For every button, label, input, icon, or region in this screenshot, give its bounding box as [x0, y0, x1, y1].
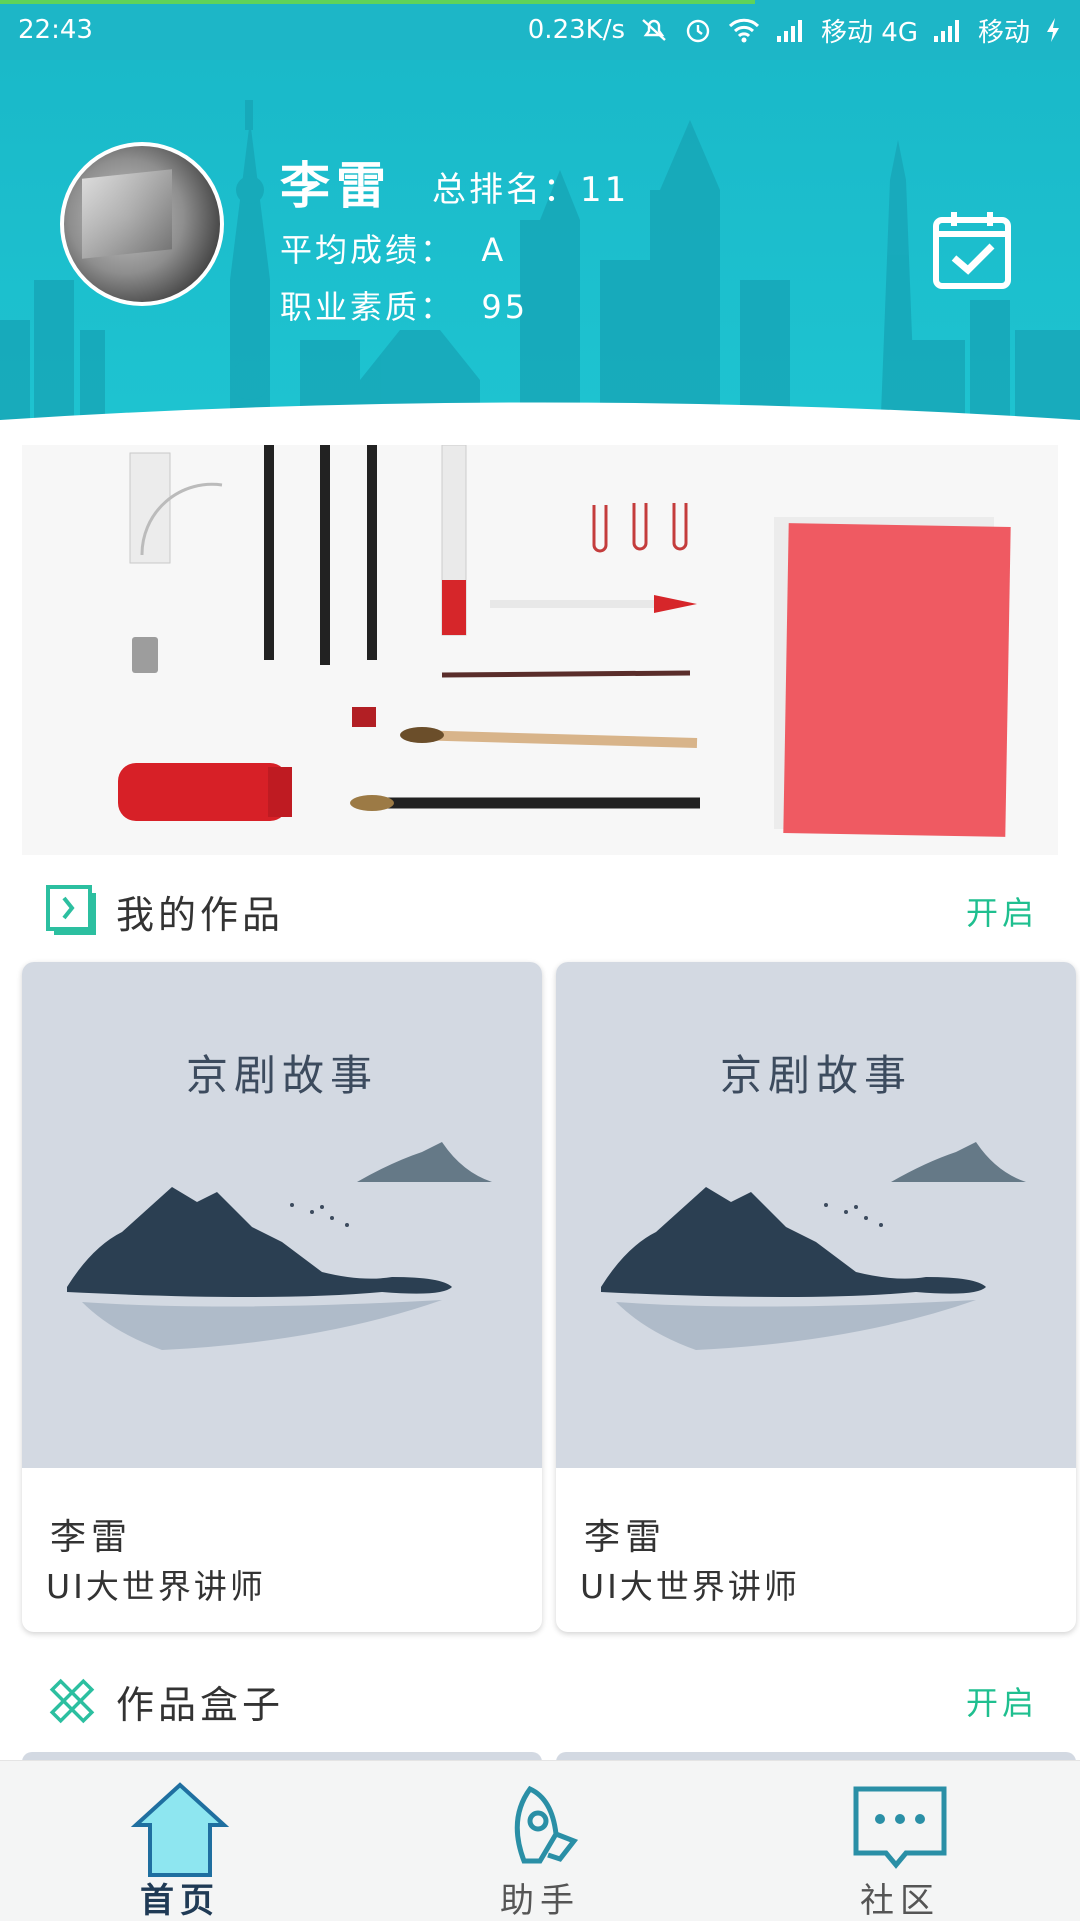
stationery-illustration: [22, 445, 1058, 855]
nav-item-home[interactable]: 首页: [80, 1761, 280, 1921]
nav-item-assistant[interactable]: 助手: [440, 1761, 640, 1921]
pencil-ruler-icon: [49, 1678, 95, 1724]
calendar-check-icon[interactable]: [930, 208, 1014, 292]
rank-value: 11: [580, 170, 630, 210]
charging-icon: [1047, 18, 1059, 42]
my-works-open-link[interactable]: 开启: [966, 888, 1058, 934]
works-folder-icon: [46, 885, 96, 935]
work-author-role: UI大世界讲师: [580, 1567, 800, 1606]
work-card[interactable]: 京剧故事 李雷 UI大世界讲师: [556, 962, 1076, 1632]
nav-item-community[interactable]: 社区: [800, 1761, 1000, 1921]
status-indicators: 0.23K/s 移动 4G 移动: [528, 12, 1062, 49]
quality-value: 95: [481, 288, 529, 326]
rank-label: 总排名：: [432, 170, 580, 210]
user-name: 李雷: [280, 157, 392, 215]
home-icon: [130, 1782, 230, 1877]
avg-label: 平均成绩：: [280, 231, 456, 269]
avg-value: A: [481, 231, 507, 269]
quality-info: 职业素质： 95: [280, 282, 528, 328]
work-cover-image: 京剧故事: [22, 962, 542, 1468]
chat-icon: [853, 1786, 947, 1869]
work-author: 李雷: [584, 1517, 667, 1558]
status-carrier-2: 移动: [977, 17, 1030, 48]
nav-label-community: 社区: [860, 1881, 940, 1921]
status-bar: 22:43 0.23K/s 移动 4G 移动: [0, 0, 1080, 60]
work-card[interactable]: 京剧故事 李雷 UI大世界讲师: [22, 962, 542, 1632]
work-box-title: 作品盒子: [116, 1682, 285, 1727]
profile-header: 李雷 总排名：11 平均成绩： A 职业素质： 95: [0, 60, 1080, 440]
work-box-header: 作品盒子 开启: [22, 1666, 1058, 1736]
stationery-banner-image[interactable]: [22, 445, 1058, 855]
ink-mountain-illustration: [601, 1142, 1026, 1350]
nav-label-home: 首页: [140, 1881, 220, 1921]
work-box-open-link[interactable]: 开启: [966, 1678, 1058, 1724]
status-net-speed: 0.23K/s: [527, 15, 626, 45]
status-time: 22:43: [18, 15, 93, 45]
average-score-info: 平均成绩： A: [280, 225, 506, 271]
work-author: 李雷: [50, 1517, 133, 1558]
wifi-icon: [728, 18, 760, 43]
rocket-icon: [514, 1785, 579, 1864]
status-carrier-1: 移动 4G: [821, 17, 918, 48]
bottom-navigation: 首页 助手 社区: [0, 1760, 1080, 1921]
mute-icon: [642, 19, 666, 41]
signal-icon-1: [777, 20, 803, 42]
nav-label-assistant: 助手: [500, 1881, 580, 1921]
page-load-progress: [0, 0, 755, 4]
user-avatar[interactable]: [60, 142, 224, 306]
work-cover-image: 京剧故事: [556, 962, 1076, 1468]
my-works-title: 我的作品: [116, 892, 285, 937]
work-author-role: UI大世界讲师: [46, 1567, 266, 1606]
alarm-icon: [686, 19, 710, 43]
rank-info: 总排名：11: [432, 162, 629, 211]
ink-mountain-illustration: [67, 1142, 492, 1350]
quality-label: 职业素质：: [280, 288, 456, 326]
signal-icon-2: [933, 20, 959, 42]
my-works-header: 我的作品 开启: [22, 876, 1058, 946]
